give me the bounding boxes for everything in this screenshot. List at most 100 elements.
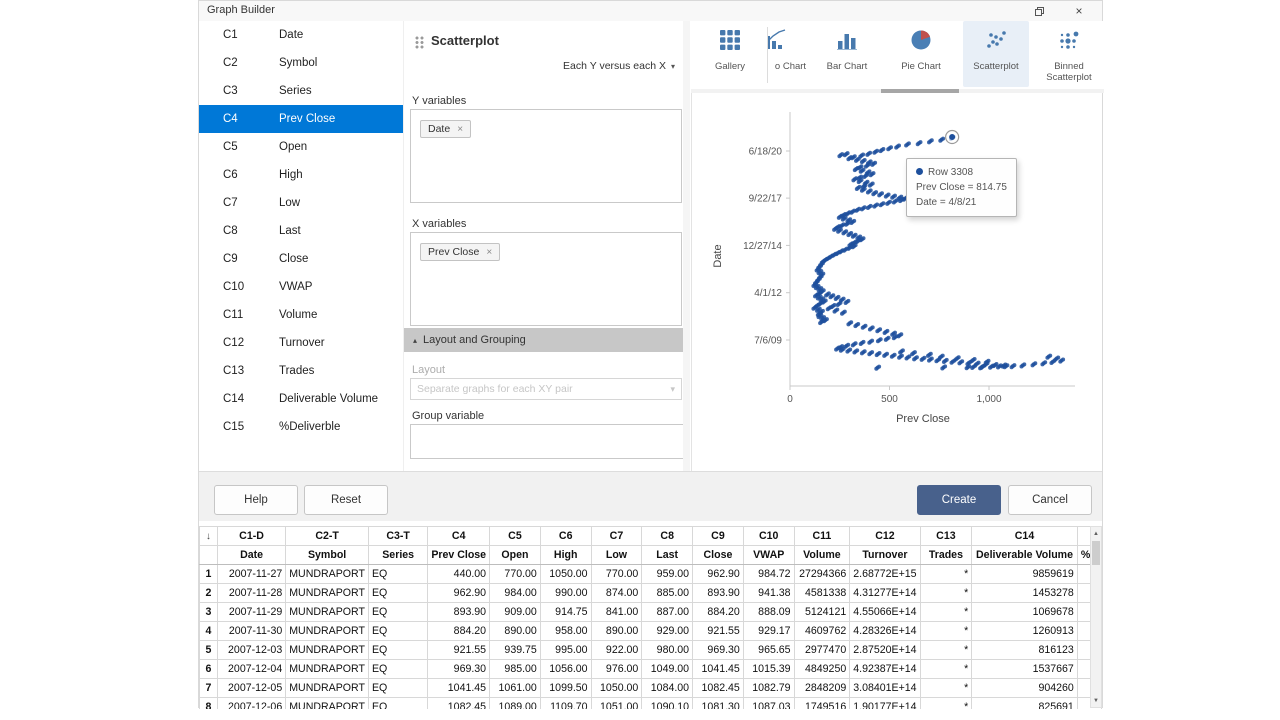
worksheet-cell[interactable]: 4849250 [794, 660, 850, 679]
chip-remove-icon[interactable]: × [486, 247, 492, 258]
row-number[interactable]: 1 [200, 565, 218, 584]
worksheet-column-name[interactable]: Series [368, 546, 427, 565]
worksheet-cell[interactable]: 2007-11-28 [217, 584, 285, 603]
worksheet-cell[interactable]: 2.87520E+14 [850, 641, 920, 660]
worksheet-cell[interactable]: 958.00 [540, 622, 591, 641]
worksheet-cell[interactable]: 1056.00 [540, 660, 591, 679]
gallery-item-gallery[interactable]: Gallery [701, 21, 759, 87]
worksheet-cell[interactable]: 1082.45 [428, 698, 490, 710]
worksheet-cell[interactable]: 1087.03 [743, 698, 794, 710]
worksheet-column-id[interactable]: C12 [850, 527, 920, 546]
worksheet-cell[interactable]: 4.28326E+14 [850, 622, 920, 641]
worksheet-cell[interactable]: 2007-11-29 [217, 603, 285, 622]
worksheet-cell[interactable]: 969.30 [428, 660, 490, 679]
column-item-c15[interactable]: C15%Deliverble [199, 413, 403, 441]
column-item-c7[interactable]: C7Low [199, 189, 403, 217]
mode-selector[interactable]: Each Y versus each X▾ [563, 60, 675, 72]
worksheet-cell[interactable]: * [920, 565, 972, 584]
variable-chip[interactable]: Prev Close× [420, 243, 500, 261]
worksheet-cell[interactable]: 1260913 [972, 622, 1078, 641]
gallery-item-bar-chart[interactable]: Bar Chart [814, 21, 880, 87]
worksheet-cell[interactable]: 893.90 [693, 584, 744, 603]
worksheet-cell[interactable]: MUNDRAPORT [286, 622, 369, 641]
worksheet-column-id[interactable]: C2-T [286, 527, 369, 546]
highlighted-point[interactable] [946, 131, 959, 144]
worksheet-cell[interactable]: 1084.00 [642, 679, 693, 698]
worksheet-cell[interactable]: 770.00 [591, 565, 642, 584]
scroll-up-button[interactable]: ▲ [1091, 527, 1101, 540]
layout-dropdown[interactable]: Separate graphs for each XY pair ▾ [410, 378, 682, 400]
worksheet-cell[interactable]: EQ [368, 660, 427, 679]
worksheet-cell[interactable]: 890.00 [490, 622, 541, 641]
worksheet-cell[interactable]: 841.00 [591, 603, 642, 622]
worksheet-cell[interactable]: 27294366 [794, 565, 850, 584]
worksheet-cell[interactable]: 2007-12-04 [217, 660, 285, 679]
worksheet-cell[interactable]: 1051.00 [591, 698, 642, 710]
gallery-hscrollbar[interactable] [691, 89, 1104, 93]
worksheet-cell[interactable]: EQ [368, 565, 427, 584]
y-variables-box[interactable]: Date× [410, 109, 682, 203]
column-item-c8[interactable]: C8Last [199, 217, 403, 245]
builder-scrollbar[interactable] [683, 21, 690, 471]
worksheet-cell[interactable]: 1537667 [972, 660, 1078, 679]
chip-remove-icon[interactable]: × [457, 124, 463, 135]
gallery-item-binned-scatterplot[interactable]: Binned Scatterplot [1036, 21, 1102, 87]
worksheet-cell[interactable]: MUNDRAPORT [286, 679, 369, 698]
worksheet-cell[interactable]: 1749516 [794, 698, 850, 710]
worksheet-column-name[interactable]: Date [217, 546, 285, 565]
worksheet-cell[interactable]: 1453278 [972, 584, 1078, 603]
worksheet-cell[interactable]: 2007-11-27 [217, 565, 285, 584]
row-number[interactable]: 5 [200, 641, 218, 660]
worksheet-cell[interactable]: 893.90 [428, 603, 490, 622]
worksheet-cell[interactable]: EQ [368, 622, 427, 641]
cancel-button[interactable]: Cancel [1008, 485, 1092, 515]
worksheet-column-name[interactable]: Trades [920, 546, 972, 565]
worksheet-cell[interactable]: EQ [368, 641, 427, 660]
worksheet-cell[interactable]: 969.30 [693, 641, 744, 660]
worksheet-cell[interactable]: EQ [368, 679, 427, 698]
column-item-c4[interactable]: C4Prev Close [199, 105, 403, 133]
worksheet-vscrollbar[interactable]: ▲ ▼ [1090, 526, 1102, 708]
worksheet-cell[interactable]: 941.38 [743, 584, 794, 603]
worksheet-cell[interactable]: MUNDRAPORT [286, 698, 369, 710]
worksheet-column-name[interactable]: Deliverable Volume [972, 546, 1078, 565]
worksheet-cell[interactable]: * [920, 698, 972, 710]
worksheet-cell[interactable]: 1050.00 [540, 565, 591, 584]
drag-handle-icon[interactable] [415, 36, 424, 49]
worksheet-cell[interactable]: * [920, 660, 972, 679]
worksheet-column-id[interactable]: C11 [794, 527, 850, 546]
worksheet-cell[interactable]: 2848209 [794, 679, 850, 698]
worksheet-cell[interactable]: EQ [368, 698, 427, 710]
group-variable-box[interactable] [410, 424, 684, 459]
restore-button[interactable] [1023, 1, 1055, 21]
worksheet-cell[interactable]: 965.65 [743, 641, 794, 660]
column-item-c2[interactable]: C2Symbol [199, 49, 403, 77]
row-number[interactable]: 3 [200, 603, 218, 622]
worksheet-cell[interactable]: 921.55 [693, 622, 744, 641]
worksheet-cell[interactable]: 984.00 [490, 584, 541, 603]
worksheet-column-id[interactable]: C10 [743, 527, 794, 546]
worksheet-cell[interactable]: 4609762 [794, 622, 850, 641]
worksheet-cell[interactable]: 1081.30 [693, 698, 744, 710]
scroll-thumb[interactable] [1092, 541, 1100, 565]
worksheet-cell[interactable]: 984.72 [743, 565, 794, 584]
column-item-c5[interactable]: C5Open [199, 133, 403, 161]
worksheet-cell[interactable]: 4.55066E+14 [850, 603, 920, 622]
worksheet-cell[interactable]: 929.00 [642, 622, 693, 641]
worksheet-column-name[interactable]: Close [693, 546, 744, 565]
reset-button[interactable]: Reset [304, 485, 388, 515]
gallery-item-o-chart[interactable]: o Chart [768, 21, 813, 87]
worksheet-cell[interactable]: MUNDRAPORT [286, 641, 369, 660]
worksheet-cell[interactable]: 904260 [972, 679, 1078, 698]
worksheet-column-name[interactable]: Last [642, 546, 693, 565]
create-button[interactable]: Create [917, 485, 1001, 515]
worksheet-cell[interactable]: * [920, 622, 972, 641]
worksheet-cell[interactable]: 922.00 [591, 641, 642, 660]
row-number[interactable]: 7 [200, 679, 218, 698]
scatter-chart[interactable]: 6/18/209/22/1712/27/144/1/127/6/0905001,… [691, 96, 1104, 471]
worksheet-cell[interactable]: 939.75 [490, 641, 541, 660]
worksheet-column-id[interactable]: C9 [693, 527, 744, 546]
worksheet-cell[interactable]: 1109.70 [540, 698, 591, 710]
worksheet-column-name[interactable]: Low [591, 546, 642, 565]
worksheet-cell[interactable]: 5124121 [794, 603, 850, 622]
